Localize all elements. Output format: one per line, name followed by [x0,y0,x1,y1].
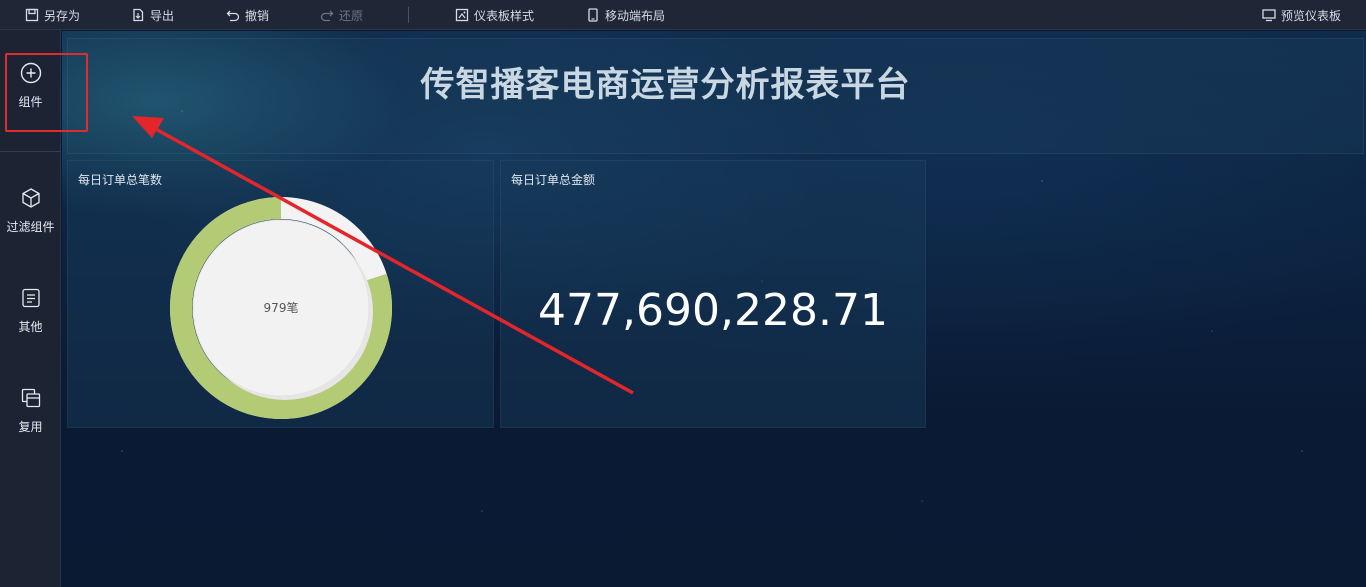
card-title: 每日订单总笔数 [78,173,163,187]
preview-dashboard-button[interactable]: 预览仪表板 [1262,0,1341,30]
mobile-icon [588,8,598,22]
sidebar-item-label: 其他 [18,320,43,334]
toolbar-divider [408,7,409,23]
document-icon [21,288,40,308]
undo-icon [226,10,240,22]
sidebar-item-components[interactable]: 组件 [0,62,61,110]
sidebar-item-label: 过滤组件 [6,220,55,234]
dashboard-title: 传智播客电商运营分析报表平台 [420,64,911,105]
dashboard-canvas: 传智播客电商运营分析报表平台 每日订单总笔数 979笔 每日订单总金额 477,… [62,31,1366,587]
export-label: 导出 [150,8,175,23]
progress-donut: 979笔 [170,197,392,419]
undo-button[interactable]: 撤销 [226,0,269,30]
dashboard-style-label: 仪表板样式 [474,8,535,23]
sidebar-item-other[interactable]: 其他 [0,287,61,335]
mobile-layout-label: 移动端布局 [605,8,666,23]
plus-circle-icon [20,62,41,84]
export-icon [133,8,144,22]
left-sidebar: 组件 过滤组件 其他 复用 [0,30,88,587]
redo-icon [320,10,334,22]
monitor-icon [1262,9,1276,22]
dashboard-style-button[interactable]: 仪表板样式 [455,0,534,30]
sidebar-item-label: 复用 [18,420,43,434]
redo-button[interactable]: 还原 [320,0,363,30]
save-icon [25,8,39,22]
palette-icon [455,8,469,22]
redo-label: 还原 [339,8,364,23]
mobile-layout-button[interactable]: 移动端布局 [586,0,665,30]
cube-icon [21,188,40,208]
save-as-button[interactable]: 另存为 [25,0,80,30]
top-toolbar: 另存为 导出 撤销 还原 仪表板样式 移动端布局 预览仪表板 [0,0,1366,30]
preview-dashboard-label: 预览仪表板 [1281,8,1342,23]
sidebar-item-reuse[interactable]: 复用 [0,387,61,435]
sidebar-divider [0,151,61,152]
card-title: 每日订单总金额 [511,173,596,187]
order-count-card[interactable]: 每日订单总笔数 979笔 [67,160,494,428]
title-panel[interactable]: 传智播客电商运营分析报表平台 [67,38,1364,154]
donut-value-label: 979笔 [264,300,299,315]
sidebar-item-filter-components[interactable]: 过滤组件 [0,187,61,235]
sidebar-item-label: 组件 [18,95,43,109]
save-as-label: 另存为 [44,8,81,23]
order-amount-card[interactable]: 每日订单总金额 477,690,228.71 [500,160,926,428]
export-button[interactable]: 导出 [131,0,174,30]
undo-label: 撤销 [245,8,270,23]
order-amount-value: 477,690,228.71 [538,285,888,336]
copy-icon [21,388,40,408]
